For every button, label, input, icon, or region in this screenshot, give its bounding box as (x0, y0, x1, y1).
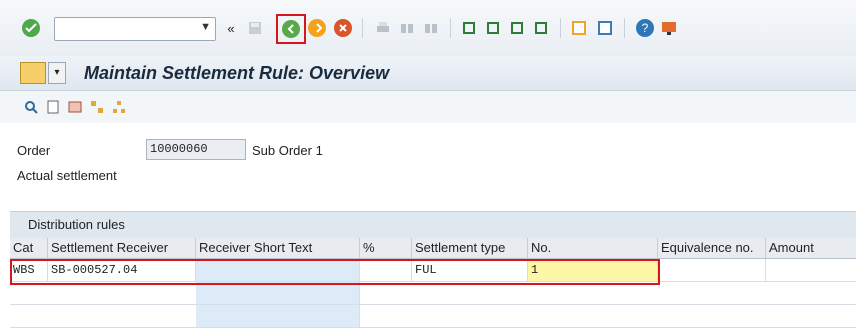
first-page-icon[interactable] (458, 17, 480, 39)
structure-icon[interactable] (108, 96, 130, 118)
save-icon[interactable] (244, 17, 266, 39)
menu-icon[interactable] (20, 62, 46, 84)
checkmark-icon (22, 19, 40, 37)
customize-layout-icon[interactable] (658, 17, 680, 39)
print-icon[interactable] (372, 17, 394, 39)
find-icon[interactable] (396, 17, 418, 39)
exit-button[interactable] (306, 17, 328, 39)
last-page-icon[interactable] (530, 17, 552, 39)
toolbar-separator (560, 18, 561, 38)
cancel-button[interactable] (332, 17, 354, 39)
command-field[interactable]: ▼ (54, 17, 216, 41)
new-session-icon[interactable] (568, 17, 590, 39)
distribution-rules-header: Distribution rules (10, 211, 856, 239)
toolbar-separator (624, 18, 625, 38)
actual-settlement-label: Actual settlement (17, 168, 117, 183)
order-description: Sub Order 1 (252, 143, 323, 158)
section-title: Distribution rules (28, 217, 125, 232)
chevron-down-icon[interactable]: ▼ (200, 21, 211, 33)
back-button[interactable] (280, 18, 302, 40)
system-toolbar: ▼ « ? (0, 0, 856, 57)
empty-short-text-cell[interactable] (196, 305, 360, 327)
empty-short-text-cell[interactable] (196, 282, 360, 304)
cell-equivalence[interactable] (658, 259, 766, 281)
next-page-icon[interactable] (506, 17, 528, 39)
application-toolbar (0, 91, 856, 123)
hierarchy-icon[interactable] (86, 96, 108, 118)
column-settlement-type[interactable]: Settlement type (412, 238, 528, 258)
order-label: Order (17, 143, 51, 158)
toolbar-separator (450, 18, 451, 38)
help-icon: ? (636, 19, 654, 37)
column-no[interactable]: No. (528, 238, 658, 258)
order-field[interactable]: 10000060 (146, 139, 246, 160)
column-equivalence[interactable]: Equivalence no. (658, 238, 766, 258)
page-title: Maintain Settlement Rule: Overview (84, 63, 390, 83)
table-row (10, 282, 856, 305)
column-percent[interactable]: % (360, 238, 412, 258)
row-highlight (10, 259, 660, 285)
help-button[interactable]: ? (634, 17, 656, 39)
title-bar: ▾ Maintain Settlement Rule: Overview (0, 56, 856, 91)
table-row (10, 305, 856, 328)
search-icon[interactable] (20, 96, 42, 118)
column-receiver-short-text[interactable]: Receiver Short Text (196, 238, 360, 258)
toolbar-separator (362, 18, 363, 38)
column-settlement-receiver[interactable]: Settlement Receiver (48, 238, 196, 258)
previous-page-icon[interactable] (482, 17, 504, 39)
enter-button[interactable] (20, 17, 42, 39)
cell-amount[interactable] (766, 259, 856, 281)
find-next-icon[interactable] (420, 17, 442, 39)
exit-icon (308, 19, 326, 37)
column-amount[interactable]: Amount (766, 238, 856, 258)
cancel-icon (334, 19, 352, 37)
double-left-icon[interactable]: « (220, 17, 242, 39)
table-header: Cat Settlement Receiver Receiver Short T… (10, 238, 856, 259)
new-document-icon[interactable] (42, 96, 64, 118)
delete-icon[interactable] (64, 96, 86, 118)
shortcut-icon[interactable] (594, 17, 616, 39)
back-icon (282, 20, 300, 38)
column-cat[interactable]: Cat (10, 238, 48, 258)
menu-dropdown-icon[interactable]: ▾ (48, 62, 66, 84)
